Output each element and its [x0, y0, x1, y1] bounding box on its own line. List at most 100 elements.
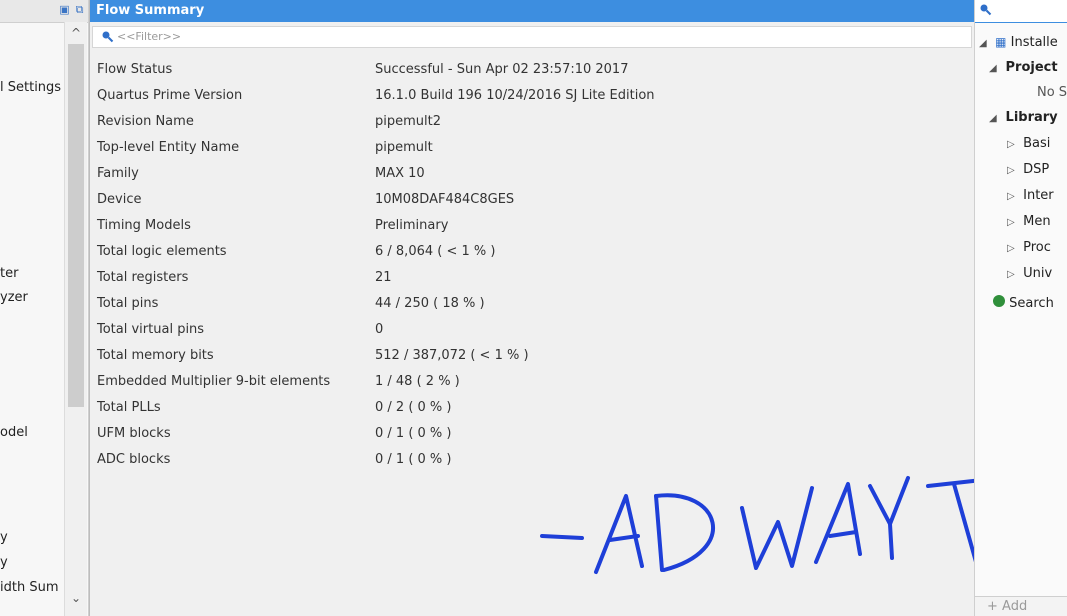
row-value: 16.1.0 Build 196 10/24/2016 SJ Lite Edit…	[375, 87, 655, 103]
tree-label: Library	[1005, 110, 1058, 125]
table-row: Flow Status Successful - Sun Apr 02 23:57…	[94, 56, 970, 82]
scroll-up-icon[interactable]: ^	[68, 25, 84, 41]
row-key: Total registers	[97, 269, 189, 285]
row-key: UFM blocks	[97, 425, 171, 441]
tree-label: Proc	[1023, 240, 1051, 255]
row-key: Timing Models	[97, 217, 191, 233]
tree-item-university[interactable]: ▷ Univ	[1007, 266, 1052, 281]
row-value: 1 / 48 ( 2 % )	[375, 373, 460, 389]
row-value: pipemult2	[375, 113, 441, 129]
row-key: Flow Status	[97, 61, 173, 77]
row-value: MAX 10	[375, 165, 425, 181]
expand-arrow-icon[interactable]: ◢	[979, 38, 991, 49]
table-row: Total logic elements 6 / 8,064 ( < 1 % )	[94, 238, 970, 264]
add-button[interactable]: + Add	[987, 599, 1027, 614]
left-list-item[interactable]: y	[0, 555, 8, 570]
collapsed-arrow-icon[interactable]: ▷	[1007, 269, 1019, 280]
table-row: Total memory bits 512 / 387,072 ( < 1 % )	[94, 342, 970, 368]
table-row: Total virtual pins 0	[94, 316, 970, 342]
row-key: Revision Name	[97, 113, 194, 129]
left-list-item[interactable]: yzer	[0, 290, 28, 305]
row-value: Successful - Sun Apr 02 23:57:10 2017	[375, 61, 629, 77]
collapsed-arrow-icon[interactable]: ▷	[1007, 165, 1019, 176]
table-row: Quartus Prime Version 16.1.0 Build 196 10…	[94, 82, 970, 108]
row-key: Device	[97, 191, 142, 207]
row-key: Total pins	[97, 295, 159, 311]
table-row: ADC blocks 0 / 1 ( 0 % )	[94, 446, 970, 472]
float-window-icon[interactable]: ⧉	[73, 3, 86, 16]
tree-label: Inter	[1023, 188, 1054, 203]
expand-arrow-icon[interactable]: ◢	[989, 113, 1001, 124]
table-row: Device 10M08DAF484C8GES	[94, 186, 970, 212]
row-value: 0 / 1 ( 0 % )	[375, 451, 452, 467]
left-list-item[interactable]: l Settings	[0, 80, 61, 95]
expand-arrow-icon[interactable]: ◢	[989, 63, 1001, 74]
row-key: Total memory bits	[97, 347, 214, 363]
table-row: Total registers 21	[94, 264, 970, 290]
table-row: Total pins 44 / 250 ( 18 % )	[94, 290, 970, 316]
summary-table: Flow Status Successful - Sun Apr 02 23:57…	[94, 56, 970, 472]
tree-item-memory[interactable]: ▷ Men	[1007, 214, 1051, 229]
row-value: Preliminary	[375, 217, 449, 233]
left-list-item[interactable]: odel	[0, 425, 28, 440]
row-value: 0 / 2 ( 0 % )	[375, 399, 452, 415]
table-row: Timing Models Preliminary	[94, 212, 970, 238]
tree-label: Basi	[1023, 136, 1051, 151]
left-list-item[interactable]: idth Sum	[0, 580, 59, 595]
left-list-item[interactable]: y	[0, 530, 8, 545]
filter-input[interactable]: <<Filter>>	[92, 26, 972, 48]
ip-search-input[interactable]	[975, 0, 1067, 23]
tree-label: Installe	[1010, 35, 1058, 50]
scroll-down-icon[interactable]: ⌄	[68, 590, 84, 606]
row-key: Quartus Prime Version	[97, 87, 243, 103]
tree-item-processors[interactable]: ▷ Proc	[1007, 240, 1051, 255]
row-value: 10M08DAF484C8GES	[375, 191, 515, 207]
tree-label: Search	[1009, 296, 1054, 311]
ip-catalog-footer: + Add	[975, 596, 1067, 616]
tree-label: No S	[1037, 85, 1067, 100]
table-row: Top-level Entity Name pipemult	[94, 134, 970, 160]
row-key: Family	[97, 165, 139, 181]
tree-item-installed[interactable]: ◢ ▦ Installe	[979, 35, 1058, 50]
row-key: Total logic elements	[97, 243, 227, 259]
collapsed-arrow-icon[interactable]: ▷	[1007, 139, 1019, 150]
collapsed-arrow-icon[interactable]: ▷	[1007, 191, 1019, 202]
collapsed-arrow-icon[interactable]: ▷	[1007, 243, 1019, 254]
table-row: Revision Name pipemult2	[94, 108, 970, 134]
table-row: Family MAX 10	[94, 160, 970, 186]
tree-label: DSP	[1023, 162, 1050, 177]
table-row: UFM blocks 0 / 1 ( 0 % )	[94, 420, 970, 446]
row-key: Embedded Multiplier 9-bit elements	[97, 373, 331, 389]
row-value: 512 / 387,072 ( < 1 % )	[375, 347, 529, 363]
row-value: 6 / 8,064 ( < 1 % )	[375, 243, 496, 259]
tree-item-basic[interactable]: ▷ Basi	[1007, 136, 1050, 151]
row-value: 44 / 250 ( 18 % )	[375, 295, 485, 311]
scrollbar-thumb[interactable]	[68, 44, 84, 407]
row-value: 21	[375, 269, 392, 285]
table-row: Embedded Multiplier 9-bit elements 1 / 48…	[94, 368, 970, 394]
left-list-item[interactable]: ter	[0, 266, 18, 281]
pin-icon[interactable]: ▣	[58, 3, 71, 16]
collapsed-arrow-icon[interactable]: ▷	[1007, 217, 1019, 228]
search-icon	[979, 3, 992, 19]
tree-item-interface[interactable]: ▷ Inter	[1007, 188, 1054, 203]
table-row: Total PLLs 0 / 2 ( 0 % )	[94, 394, 970, 420]
folder-icon: ▦	[995, 35, 1007, 49]
tree-item-search[interactable]: Search	[993, 295, 1054, 311]
left-panel-header: ▣ ⧉	[0, 0, 88, 23]
row-key: Total virtual pins	[97, 321, 205, 337]
row-value: 0	[375, 321, 384, 337]
tree-item-library[interactable]: ◢ Library	[989, 110, 1058, 125]
tree-item-project[interactable]: ◢ Project	[989, 60, 1058, 75]
row-value: pipemult	[375, 139, 433, 155]
globe-icon	[993, 295, 1005, 307]
tree-label: Men	[1023, 214, 1051, 229]
ip-catalog-panel: ◢ ▦ Installe ◢ Project No S ◢ Library ▷ …	[974, 0, 1067, 616]
filter-placeholder[interactable]: <<Filter>>	[117, 30, 181, 43]
left-scrollbar[interactable]: ^ ⌄	[64, 22, 87, 616]
tree-label: Project	[1005, 60, 1058, 75]
tree-item-dsp[interactable]: ▷ DSP	[1007, 162, 1049, 177]
tree-label: Univ	[1023, 266, 1053, 281]
flow-summary-panel: Flow Summary <<Filter>> Flow Status Succe…	[89, 0, 984, 616]
panel-title: Flow Summary	[90, 0, 974, 22]
